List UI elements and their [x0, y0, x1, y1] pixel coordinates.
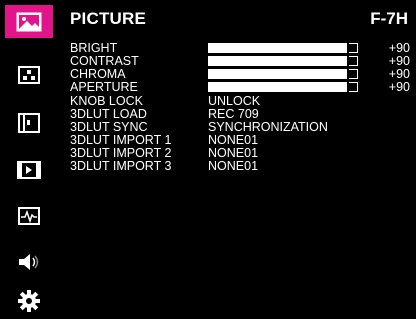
speaker-icon: [19, 253, 39, 270]
setting-label: APERTURE: [70, 80, 138, 94]
waveform-icon: [18, 206, 40, 225]
setting-value: NONE01: [208, 159, 259, 173]
sidebar-item-audio[interactable]: [5, 245, 53, 278]
setting-row-3dlut-import-3[interactable]: 3DLUT IMPORT 3 NONE01: [70, 160, 410, 173]
setting-label: 3DLUT IMPORT 3: [70, 159, 172, 173]
level-fill: [209, 70, 349, 78]
level-fill: [209, 44, 349, 52]
sidebar-item-picture[interactable]: [5, 5, 53, 38]
menu-title: PICTURE: [70, 9, 147, 28]
osd-menu: PICTURE F-7H BRIGHT +90 CONTRAST +90 CHR…: [0, 0, 416, 319]
window-layout-icon: [18, 112, 40, 133]
gear-icon: [18, 289, 40, 312]
level-fill: [209, 83, 349, 91]
model-code: F-7H: [370, 9, 408, 28]
dots-grid-icon: [18, 65, 40, 84]
level-bar[interactable]: [208, 82, 358, 92]
media-screen-icon: [17, 160, 41, 179]
level-fill: [209, 57, 349, 65]
setting-value: +90: [388, 80, 410, 94]
level-bar[interactable]: [208, 69, 358, 79]
sidebar-item-media[interactable]: [5, 153, 53, 186]
level-knob[interactable]: [347, 69, 350, 79]
sidebar-item-layout[interactable]: [5, 106, 53, 139]
sidebar-item-waveform[interactable]: [5, 199, 53, 232]
sidebar-item-setup[interactable]: [5, 284, 53, 317]
level-knob[interactable]: [347, 43, 350, 53]
picture-icon: [16, 12, 42, 31]
level-knob[interactable]: [347, 82, 350, 92]
level-knob[interactable]: [347, 56, 350, 66]
setting-row-aperture[interactable]: APERTURE +90: [70, 81, 410, 94]
sidebar-item-color[interactable]: [5, 58, 53, 91]
level-bar[interactable]: [208, 56, 358, 66]
level-bar[interactable]: [208, 43, 358, 53]
